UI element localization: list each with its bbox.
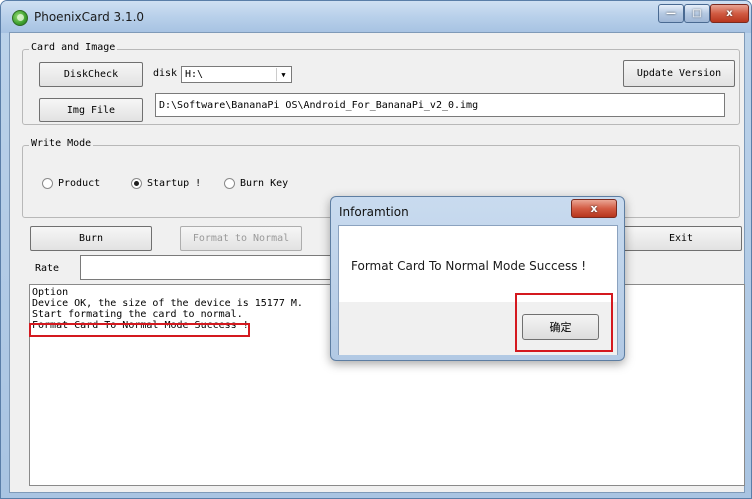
- radio-burn-key[interactable]: [224, 178, 235, 189]
- write-mode-label: Write Mode: [29, 138, 94, 149]
- radio-startup-label[interactable]: Startup !: [147, 178, 201, 189]
- format-to-normal-button[interactable]: Format to Normal: [180, 226, 302, 251]
- close-icon: x: [726, 8, 733, 19]
- information-dialog: Inforamtion x Format Card To Normal Mode…: [330, 196, 625, 361]
- close-icon: x: [590, 202, 598, 215]
- disk-select-value: H:\: [185, 69, 204, 80]
- window-title: PhoenixCard 3.1.0: [34, 10, 145, 24]
- dialog-close-button[interactable]: x: [571, 199, 617, 218]
- disk-label: disk: [153, 68, 178, 79]
- log-success-highlight: [29, 323, 250, 337]
- update-version-button[interactable]: Update Version: [623, 60, 735, 87]
- close-button[interactable]: x: [710, 4, 749, 23]
- exit-button[interactable]: Exit: [620, 226, 742, 251]
- radio-startup[interactable]: [131, 178, 142, 189]
- title-bar: PhoenixCard 3.1.0 — □ x: [1, 1, 751, 33]
- burn-button[interactable]: Burn: [30, 226, 152, 251]
- maximize-button[interactable]: □: [684, 4, 710, 23]
- radio-burn-key-label[interactable]: Burn Key: [240, 178, 288, 189]
- img-file-button[interactable]: Img File: [39, 98, 143, 122]
- radio-product-label[interactable]: Product: [58, 178, 100, 189]
- diskcheck-button[interactable]: DiskCheck: [39, 62, 143, 87]
- chevron-down-icon[interactable]: ▼: [276, 68, 290, 81]
- minimize-icon: —: [666, 8, 676, 19]
- minimize-button[interactable]: —: [658, 4, 684, 23]
- card-and-image-label: Card and Image: [29, 42, 118, 53]
- disk-select[interactable]: H:\ ▼: [181, 66, 292, 83]
- dialog-message: Format Card To Normal Mode Success !: [351, 259, 587, 273]
- maximize-icon: □: [692, 8, 702, 19]
- img-path-field[interactable]: D:\Software\BananaPi OS\Android_For_Bana…: [155, 93, 725, 117]
- radio-product[interactable]: [42, 178, 53, 189]
- phoenixcard-icon: [12, 10, 28, 26]
- rate-progress-bar: [80, 255, 340, 280]
- rate-label: Rate: [35, 263, 60, 274]
- phoenixcard-window: PhoenixCard 3.1.0 — □ x Card and Image D…: [0, 0, 752, 499]
- ok-button-highlight: [515, 293, 613, 352]
- dialog-title: Inforamtion: [339, 205, 409, 219]
